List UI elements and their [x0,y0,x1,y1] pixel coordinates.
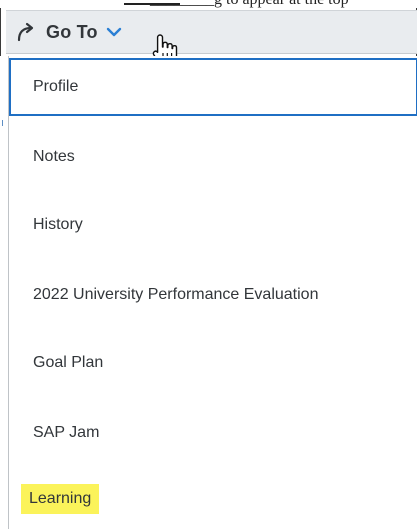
menu-item-label: 2022 University Performance Evaluation [33,286,319,303]
top-cropped-area: ________g to appear at the top [0,0,417,8]
goto-toolbar: Go To [6,10,417,66]
menu-item-label: SAP Jam [33,424,100,441]
menu-item-learning[interactable]: Learning [9,470,417,528]
menu-item-profile[interactable]: Profile [9,58,417,116]
chevron-down-icon[interactable] [106,26,122,38]
left-page-edge [0,56,8,529]
menu-item-label: Notes [33,148,75,165]
menu-item-history[interactable]: History [9,196,417,254]
cropped-text: ________g to appear at the top [150,0,349,9]
menu-item-performance-evaluation[interactable]: 2022 University Performance Evaluation [9,266,417,324]
menu-item-label: Goal Plan [33,354,104,371]
menu-item-label: Profile [33,78,79,95]
menu-item-notes[interactable]: Notes [9,128,417,186]
goto-dropdown-menu: Profile Notes History 2022 University Pe… [8,56,417,529]
page-edge-mark [2,120,3,126]
menu-item-sap-jam[interactable]: SAP Jam [9,404,417,462]
menu-item-label: History [33,216,83,233]
goto-label: Go To [46,21,98,42]
goto-button[interactable]: Go To [16,17,122,47]
menu-item-label-highlighted: Learning [21,484,100,514]
menu-item-goal-plan[interactable]: Goal Plan [9,334,417,392]
share-arrow-icon [16,22,38,42]
